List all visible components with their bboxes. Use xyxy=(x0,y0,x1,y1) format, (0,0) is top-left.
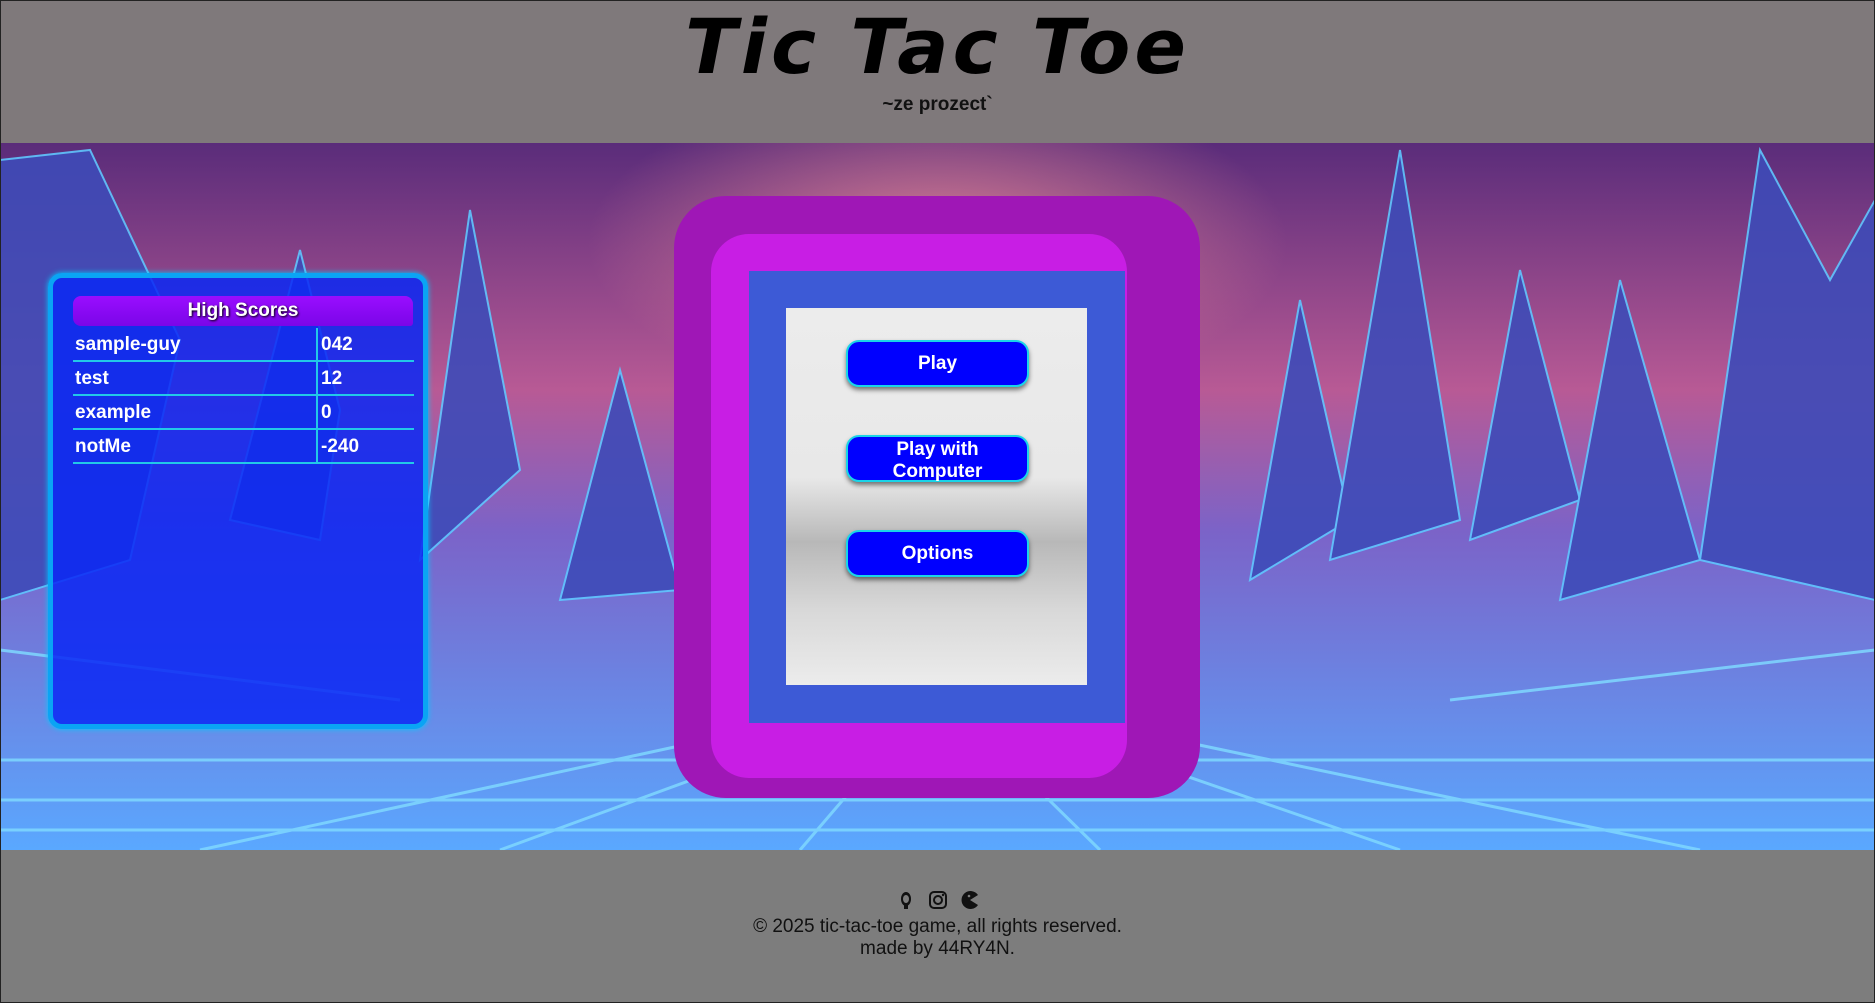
score-row: test 12 xyxy=(73,362,414,396)
credit-text: made by 44RY4N. xyxy=(860,938,1015,959)
play-with-computer-button[interactable]: Play with Computer xyxy=(846,435,1029,482)
score-player-name: notMe xyxy=(75,436,131,457)
score-row: sample-guy 042 xyxy=(73,328,414,362)
play-with-computer-label-line2: Computer xyxy=(892,461,983,482)
play-button[interactable]: Play xyxy=(846,340,1029,387)
score-divider xyxy=(316,362,318,394)
score-player-name: example xyxy=(75,402,152,423)
play-with-computer-label-line1: Play with xyxy=(896,439,979,460)
score-row: notMe -240 xyxy=(73,430,414,464)
score-row: example 0 xyxy=(73,396,414,430)
high-scores-panel: High Scores sample-guy 042 test 12 examp… xyxy=(48,273,428,729)
score-value: 0 xyxy=(321,402,332,423)
social-links xyxy=(0,890,1875,910)
pacman-icon[interactable] xyxy=(960,890,980,910)
score-divider xyxy=(316,430,318,462)
high-scores-heading: High Scores xyxy=(73,296,413,326)
score-player-name: sample-guy xyxy=(75,334,181,355)
score-player-name: test xyxy=(75,368,109,389)
page-title: Tic Tac Toe xyxy=(685,2,1190,91)
site-header: Tic Tac Toe ~ze prozect` xyxy=(0,0,1875,143)
score-value: 042 xyxy=(321,334,353,355)
copyright-text: © 2025 tic-tac-toe game, all rights rese… xyxy=(753,916,1122,937)
score-value: -240 xyxy=(321,436,360,457)
score-value: 12 xyxy=(321,368,343,389)
site-footer: © 2025 tic-tac-toe game, all rights rese… xyxy=(0,850,1875,1003)
options-button[interactable]: Options xyxy=(846,530,1029,577)
instagram-icon[interactable] xyxy=(928,890,948,910)
score-divider xyxy=(316,328,318,360)
footer-text: © 2025 tic-tac-toe game, all rights rese… xyxy=(0,916,1875,960)
github-icon[interactable] xyxy=(896,890,916,910)
page-subtitle: ~ze prozect` xyxy=(882,94,993,115)
score-divider xyxy=(316,396,318,428)
